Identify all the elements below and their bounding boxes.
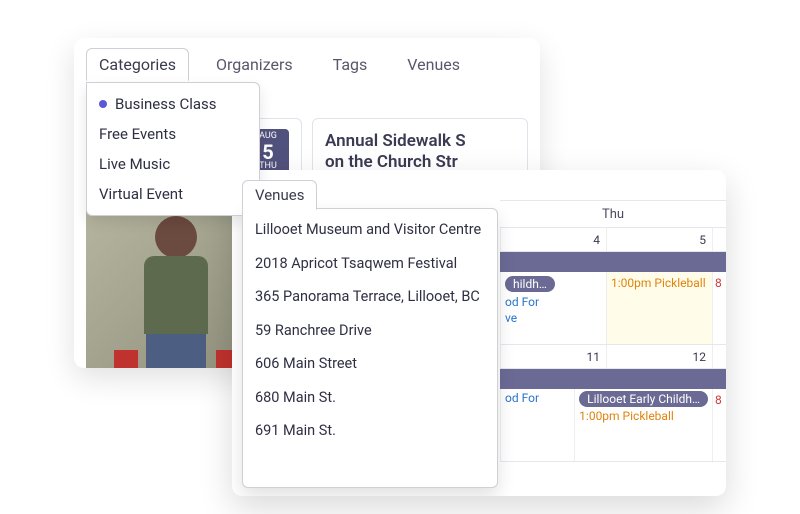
calendar-event: 8 [715, 393, 724, 407]
calendar-daynum-5[interactable]: 5 [606, 228, 712, 251]
shopping-bag-icon [114, 350, 138, 368]
category-item-free-events[interactable]: Free Events [87, 119, 259, 149]
hero-figure-lower [146, 328, 206, 368]
calendar-event: 8 [715, 276, 724, 290]
venue-item[interactable]: 59 Ranchree Drive [243, 314, 497, 348]
category-label: Live Music [99, 155, 170, 173]
venue-item[interactable]: 680 Main St. [243, 381, 497, 415]
calendar-col-edge [712, 228, 726, 251]
calendar-fragment: Thu 4 5 hildh… od For ve 1:00pm Pickleba… [500, 200, 726, 496]
calendar-daynum-row: 4 5 [500, 228, 726, 252]
calendar-col-blank [651, 201, 726, 227]
event-text: od For [505, 295, 539, 309]
category-item-virtual-event[interactable]: Virtual Event [87, 179, 259, 209]
filter-tabs: Categories Organizers Tags Venues [74, 38, 540, 81]
venues-calendar-card: Venues Lillooet Museum and Visitor Centr… [232, 170, 726, 496]
tab-venues-active[interactable]: Venues [242, 180, 317, 210]
calendar-event[interactable]: od For [505, 391, 570, 407]
calendar-cell[interactable]: hildh… od For ve [500, 272, 606, 344]
calendar-cell-edge: 8 [712, 389, 726, 461]
event-text: ve [505, 311, 517, 325]
event-title-line1: Annual Sidewalk S [325, 131, 466, 151]
category-item-business-class[interactable]: Business Class [87, 89, 259, 119]
calendar-daynum-12[interactable]: 12 [606, 345, 712, 368]
calendar-cell-today[interactable]: 1:00pm Pickleball [606, 272, 712, 344]
calendar-col-edge [712, 345, 726, 368]
event-title: Annual Sidewalk S on the Church Str [325, 131, 466, 174]
venue-item[interactable]: 691 Main St. [243, 414, 497, 448]
calendar-event[interactable]: 1:00pm Pickleball [579, 409, 708, 423]
category-dot-icon [99, 100, 107, 108]
venue-item[interactable]: 365 Panorama Terrace, Lillooet, BC [243, 280, 497, 314]
tab-venues[interactable]: Venues [394, 48, 473, 81]
calendar-cell[interactable]: Lillooet Early Childh… 1:00pm Pickleball [574, 389, 712, 461]
category-label: Business Class [115, 95, 217, 113]
category-label: Virtual Event [99, 185, 183, 203]
venue-item[interactable]: 2018 Apricot Tsaqwem Festival [243, 247, 497, 281]
calendar-event[interactable]: od For ve [505, 295, 602, 326]
venue-item[interactable]: 606 Main Street [243, 347, 497, 381]
calendar-cell-edge: 8 [712, 272, 726, 344]
event-chip[interactable]: hildh… [505, 276, 555, 292]
calendar-weekday-thu: Thu [575, 201, 650, 227]
calendar-cell[interactable]: od For [500, 389, 574, 461]
calendar-weekday-header: Thu [500, 200, 726, 228]
tab-organizers[interactable]: Organizers [203, 48, 306, 81]
calendar-daynum-4[interactable]: 4 [500, 228, 606, 251]
calendar-allday-band [500, 252, 726, 272]
calendar-event[interactable]: 1:00pm Pickleball [611, 276, 708, 290]
category-label: Free Events [99, 125, 176, 143]
calendar-col-blank [500, 201, 575, 227]
venue-item[interactable]: Lillooet Museum and Visitor Centre [243, 213, 497, 247]
venues-dropdown: Lillooet Museum and Visitor Centre 2018 … [242, 208, 498, 488]
calendar-daynum-11[interactable]: 11 [500, 345, 606, 368]
calendar-daynum-row: 11 12 [500, 345, 726, 369]
calendar-allday-band [500, 369, 726, 389]
event-chip[interactable]: Lillooet Early Childh… [579, 391, 708, 407]
category-item-live-music[interactable]: Live Music [87, 149, 259, 179]
calendar-row: hildh… od For ve 1:00pm Pickleball 8 [500, 272, 726, 345]
tab-categories[interactable]: Categories [86, 48, 189, 81]
calendar-row: od For Lillooet Early Childh… 1:00pm Pic… [500, 389, 726, 462]
tab-tags[interactable]: Tags [320, 48, 381, 81]
categories-dropdown: Business Class Free Events Live Music Vi… [86, 82, 260, 216]
